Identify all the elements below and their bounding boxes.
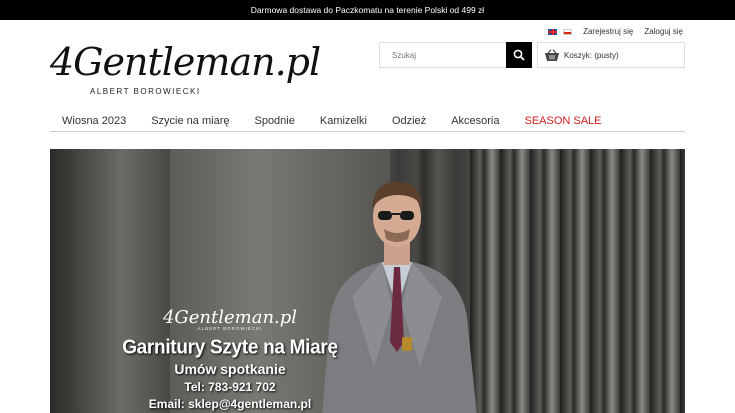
free-shipping-bar: Darmowa dostawa do Paczkomatu na terenie…	[0, 0, 735, 20]
login-link[interactable]: Zaloguj się	[644, 27, 683, 36]
nav-item-trousers[interactable]: Spodnie	[254, 115, 294, 131]
site-logo[interactable]: 4Gentleman.pl ALBERT BOROWIECKI	[50, 40, 321, 102]
register-link[interactable]: Zarejestruj się	[583, 27, 633, 36]
free-shipping-text: Darmowa dostawa do Paczkomatu na terenie…	[250, 5, 485, 15]
hero-logo-text: 4Gentleman.pl	[162, 307, 298, 328]
hero-logo-subtitle: ALBERT BOROWIECKI	[197, 326, 263, 331]
hero-email: Email: sklep@4gentleman.pl	[148, 397, 312, 411]
hero-phone: Tel: 783-921 702	[184, 380, 276, 394]
user-links: Zarejestruj się Zaloguj się	[548, 27, 683, 36]
nav-item-clothing[interactable]: Odzież	[392, 115, 426, 131]
cart-button[interactable]: Koszyk: (pusty)	[537, 42, 685, 68]
search-icon	[513, 49, 525, 61]
cart-label: Koszyk: (pusty)	[564, 50, 619, 60]
english-flag-icon[interactable]	[548, 28, 558, 35]
hero-background-right	[470, 149, 685, 413]
nav-item-made-to-measure[interactable]: Szycie na miarę	[151, 115, 229, 131]
search-input[interactable]	[380, 43, 506, 67]
hero-headline: Garnitury Szyte na Miarę	[122, 336, 338, 359]
nav-item-waistcoats[interactable]: Kamizelki	[320, 115, 367, 131]
hero-subheadline: Umów spotkanie	[174, 361, 286, 377]
basket-icon	[545, 48, 559, 61]
main-nav: Wiosna 2023 Szycie na miarę Spodnie Kami…	[50, 114, 685, 132]
hero-banner[interactable]: 4Gentleman.pl ALBERT BOROWIECKI Garnitur…	[50, 149, 685, 413]
logo-subtitle: ALBERT BOROWIECKI	[90, 87, 201, 96]
search-button[interactable]	[506, 42, 532, 68]
logo-text: 4Gentleman.pl	[50, 40, 321, 84]
nav-item-accessories[interactable]: Akcesoria	[451, 115, 499, 131]
nav-item-season-sale[interactable]: SEASON SALE	[524, 115, 601, 131]
nav-item-spring-2023[interactable]: Wiosna 2023	[62, 115, 126, 131]
search-box	[379, 42, 532, 68]
polish-flag-icon[interactable]	[563, 28, 573, 35]
hero-text-block: 4Gentleman.pl ALBERT BOROWIECKI Garnitur…	[115, 307, 345, 411]
